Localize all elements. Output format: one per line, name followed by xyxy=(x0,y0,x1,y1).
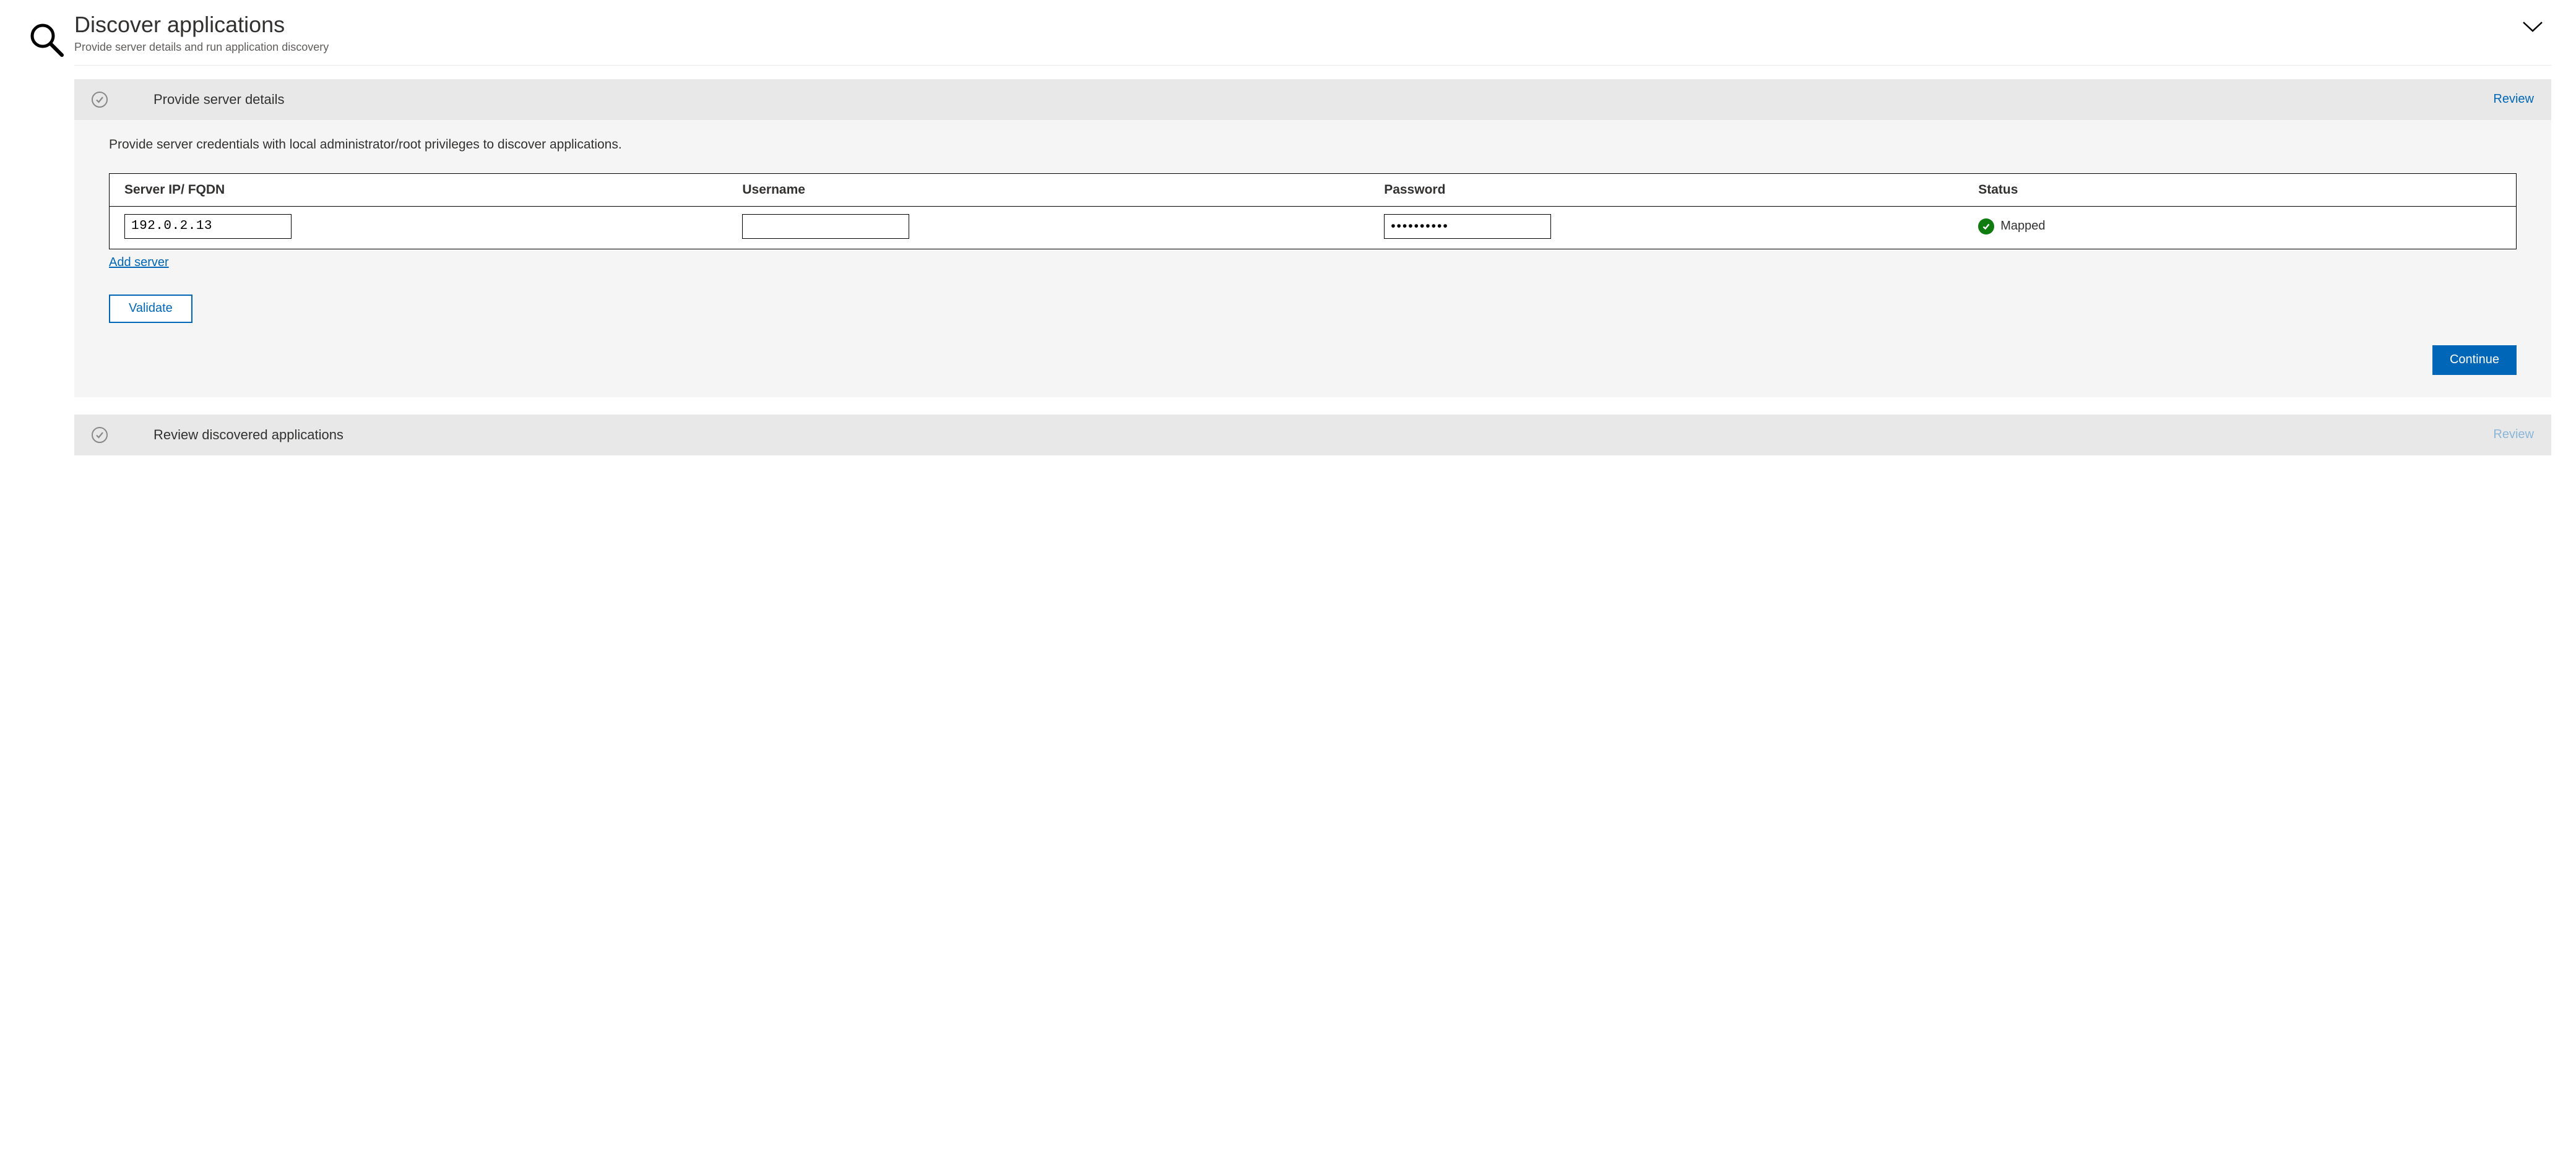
section-provide-server-details-body: Provide server credentials with local ad… xyxy=(74,120,2551,397)
page-title: Discover applications xyxy=(74,12,329,37)
add-server-link[interactable]: Add server xyxy=(109,256,169,270)
section-provide-server-details-header: Provide server details Review xyxy=(74,79,2551,120)
step-pending-icon xyxy=(92,427,108,443)
col-header-status: Status xyxy=(1978,183,2501,197)
col-header-ip: Server IP/ FQDN xyxy=(124,183,742,197)
server-ip-input[interactable] xyxy=(124,214,292,239)
section2-review-link[interactable]: Review xyxy=(2493,428,2534,442)
status-success-icon xyxy=(1978,218,1994,235)
server-password-input[interactable] xyxy=(1384,214,1551,239)
page-subtitle: Provide server details and run applicati… xyxy=(74,41,329,54)
section-review-discovered-header[interactable]: Review discovered applications Review xyxy=(74,415,2551,455)
search-icon xyxy=(28,21,65,62)
collapse-chevron-icon[interactable] xyxy=(2522,12,2546,37)
step-complete-icon xyxy=(92,92,108,108)
section1-title: Provide server details xyxy=(153,92,2493,108)
validate-button[interactable]: Validate xyxy=(109,295,192,323)
server-table-row: Mapped xyxy=(110,207,2516,249)
header-divider xyxy=(74,65,2551,66)
section1-review-link[interactable]: Review xyxy=(2493,92,2534,106)
section1-description: Provide server credentials with local ad… xyxy=(109,137,2517,152)
section2-title: Review discovered applications xyxy=(153,427,2493,443)
server-table: Server IP/ FQDN Username Password Status xyxy=(109,173,2517,249)
continue-button[interactable]: Continue xyxy=(2432,345,2517,375)
col-header-password: Password xyxy=(1384,183,1978,197)
server-username-input[interactable] xyxy=(742,214,909,239)
col-header-username: Username xyxy=(742,183,1384,197)
server-table-header: Server IP/ FQDN Username Password Status xyxy=(110,174,2516,207)
server-status-label: Mapped xyxy=(2000,219,2045,233)
